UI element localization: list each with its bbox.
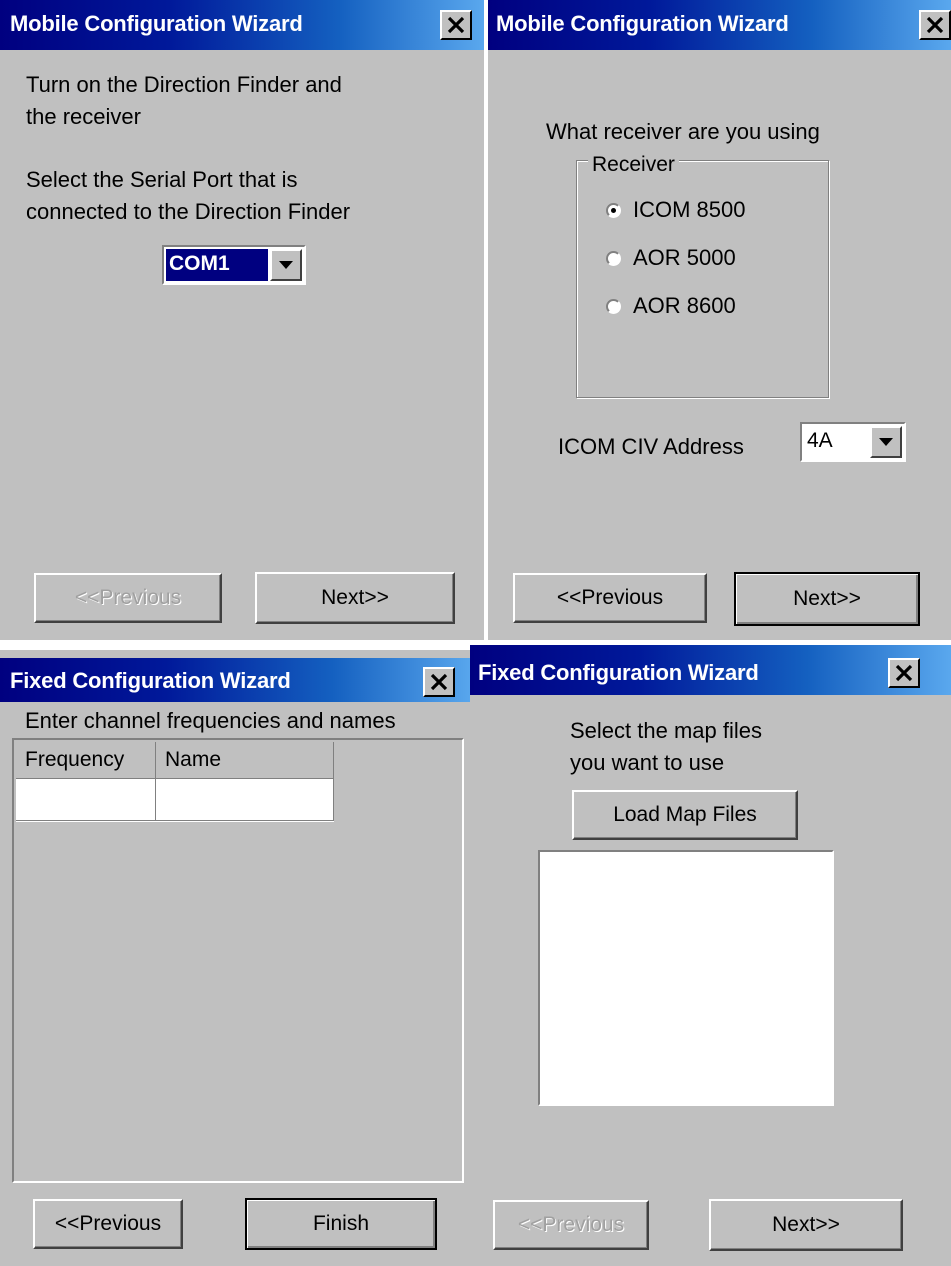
map-files-list[interactable] (538, 850, 834, 1106)
close-icon (895, 664, 913, 682)
next-button[interactable]: Next>> (734, 572, 920, 626)
mobile-wizard-port-window: Mobile Configuration Wizard Turn on the … (0, 0, 484, 640)
close-icon (926, 16, 944, 34)
close-button[interactable] (423, 667, 455, 697)
previous-button[interactable]: <<Previous (493, 1200, 649, 1250)
load-map-files-button[interactable]: Load Map Files (572, 790, 798, 840)
dropdown-arrow-button[interactable] (270, 249, 302, 281)
radio-aor-8600[interactable]: AOR 8600 (606, 291, 736, 321)
channel-grid[interactable]: Frequency Name (16, 742, 334, 822)
instruction-text-line2: the receiver (26, 104, 141, 129)
close-button[interactable] (440, 10, 472, 40)
radio-icom-8500[interactable]: ICOM 8500 (606, 195, 746, 225)
titlebar: Mobile Configuration Wizard (488, 0, 951, 50)
radio-unselected-icon (606, 298, 621, 314)
serial-port-label-line2: connected to the Direction Finder (26, 199, 351, 224)
radio-label: ICOM 8500 (633, 197, 746, 222)
previous-button[interactable]: <<Previous (513, 573, 707, 623)
civ-address-value: 4A (807, 429, 833, 452)
channel-grid-container: Frequency Name (12, 738, 464, 1183)
finish-button[interactable]: Finish (245, 1198, 437, 1250)
titlebar: Fixed Configuration Wizard (0, 658, 474, 702)
close-icon (447, 16, 465, 34)
radio-label: AOR 5000 (633, 245, 736, 270)
next-button[interactable]: Next>> (255, 572, 455, 624)
instruction-text: Enter channel frequencies and names (25, 708, 396, 733)
titlebar: Fixed Configuration Wizard (470, 645, 951, 695)
radio-aor-5000[interactable]: AOR 5000 (606, 243, 736, 273)
next-button[interactable]: Next>> (709, 1199, 903, 1251)
column-header-frequency[interactable]: Frequency (16, 742, 156, 779)
radio-unselected-icon (606, 250, 621, 266)
civ-address-label: ICOM CIV Address (558, 434, 744, 459)
serial-port-value: COM1 (166, 249, 268, 281)
radio-selected-icon (606, 202, 621, 218)
name-cell[interactable] (156, 779, 334, 821)
chevron-down-icon (879, 438, 893, 446)
serial-port-label-line1: Select the Serial Port that is (26, 167, 298, 192)
window-title: Mobile Configuration Wizard (496, 11, 789, 36)
column-header-name[interactable]: Name (156, 742, 334, 779)
close-button[interactable] (888, 658, 920, 688)
frequency-cell[interactable] (16, 779, 156, 821)
serial-port-select[interactable]: COM1 (162, 245, 306, 285)
previous-button[interactable]: <<Previous (34, 573, 222, 623)
window-title: Fixed Configuration Wizard (10, 668, 291, 693)
window-title: Mobile Configuration Wizard (10, 11, 303, 36)
titlebar: Mobile Configuration Wizard (0, 0, 484, 50)
receiver-group-label: Receiver (588, 152, 679, 178)
chevron-down-icon (279, 261, 293, 269)
mobile-wizard-receiver-window: Mobile Configuration Wizard What receive… (488, 0, 951, 640)
close-icon (430, 673, 448, 691)
civ-address-select[interactable]: 4A (800, 422, 906, 462)
instruction-text-line1: Turn on the Direction Finder and (26, 72, 342, 97)
fixed-wizard-maps-window: Fixed Configuration Wizard Select the ma… (470, 645, 951, 1266)
fixed-wizard-channels-window: Fixed Configuration Wizard Enter channel… (0, 650, 474, 1266)
close-button[interactable] (919, 10, 951, 40)
window-title: Fixed Configuration Wizard (478, 660, 759, 685)
radio-label: AOR 8600 (633, 293, 736, 318)
instruction-text-line2: you want to use (570, 750, 725, 775)
instruction-text-line1: Select the map files (570, 718, 762, 743)
previous-button[interactable]: <<Previous (33, 1199, 183, 1249)
receiver-question: What receiver are you using (546, 119, 820, 144)
dropdown-arrow-button[interactable] (870, 426, 902, 458)
